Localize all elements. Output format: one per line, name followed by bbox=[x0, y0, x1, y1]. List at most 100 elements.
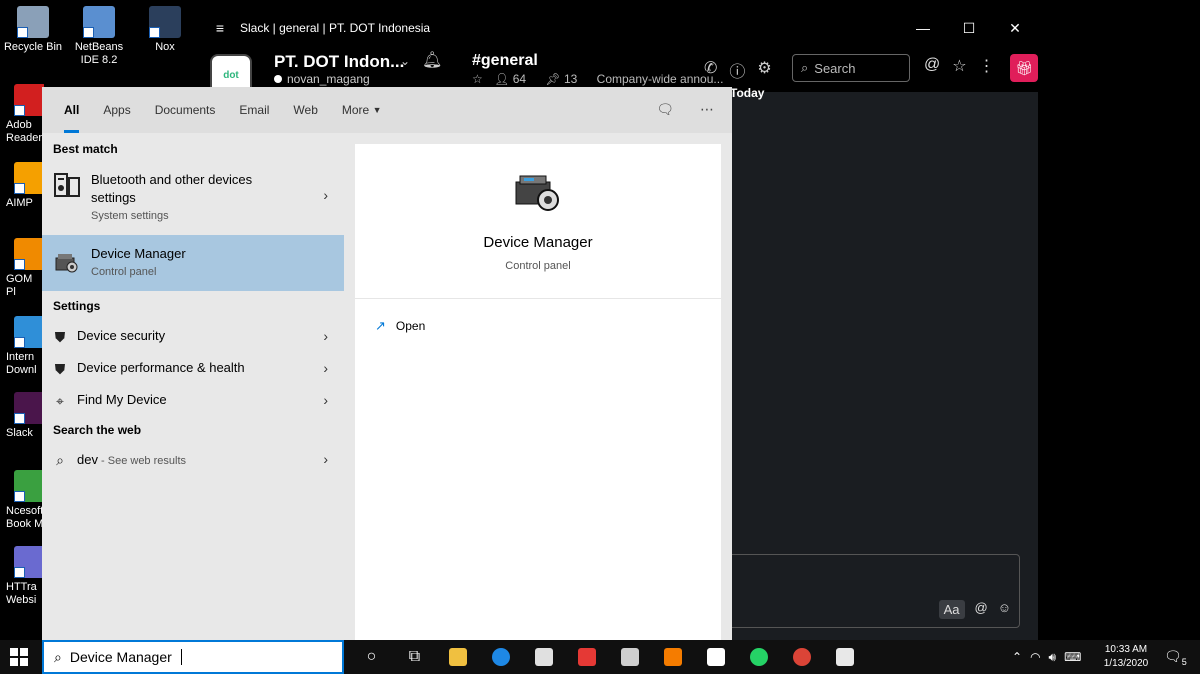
desktop-icon-aimp[interactable]: AIMP bbox=[0, 162, 44, 210]
pins-count[interactable]: 📌︎ 13 bbox=[545, 72, 585, 86]
results-list: Best match Bluetooth and other devices se… bbox=[42, 133, 344, 640]
chevron-right-icon[interactable]: › bbox=[323, 451, 328, 467]
minimize-button[interactable]: — bbox=[900, 20, 946, 36]
file-explorer-icon[interactable] bbox=[436, 640, 479, 674]
tab-more[interactable]: More ▼ bbox=[330, 87, 394, 133]
result-subtitle: System settings bbox=[91, 210, 169, 222]
search-icon: ⌕ bbox=[54, 648, 62, 665]
desktop-icon-nox[interactable]: Nox bbox=[132, 6, 198, 54]
tab-all[interactable]: All bbox=[52, 87, 91, 133]
result-web-search[interactable]: ⌕ dev - See web results › bbox=[42, 444, 344, 476]
chevron-right-icon[interactable]: › bbox=[323, 187, 328, 203]
internet-download-manager-icon bbox=[14, 316, 44, 348]
preview-subtitle: Control panel bbox=[505, 260, 571, 272]
user-status[interactable]: novan_magang bbox=[274, 72, 370, 86]
chevron-down-icon[interactable]: ⌄ bbox=[400, 54, 410, 68]
feedback-icon[interactable]: 🗨︎ bbox=[656, 101, 674, 118]
result-text: Device Manager Control panel bbox=[91, 245, 186, 278]
ellipsis-icon[interactable]: ⋯ bbox=[700, 101, 714, 118]
message-composer[interactable]: Aa @ ☺ bbox=[720, 554, 1020, 628]
language-icon[interactable]: ⌨ bbox=[1064, 650, 1081, 664]
phone-icon[interactable]: ✆ bbox=[704, 58, 717, 82]
top-right-actions: @ ☆ ⋮ bbox=[924, 56, 995, 76]
composer-tools: Aa @ ☺ bbox=[938, 600, 1011, 619]
start-search-panel: All Apps Documents Email Web More ▼ 🗨︎ ⋯… bbox=[42, 87, 732, 640]
open-action[interactable]: ↗ Open bbox=[375, 318, 425, 334]
clock-date: 1/13/2020 bbox=[1103, 658, 1149, 669]
desktop-icon-internet-download[interactable]: Intern Downl bbox=[0, 316, 44, 377]
result-title: Find My Device bbox=[77, 392, 167, 407]
mention-icon[interactable]: @ bbox=[975, 600, 988, 619]
channel-meta: ☆ 👤︎ 64 📌︎ 13 Company-wide annou... bbox=[472, 72, 731, 86]
desktop-icon-ncesoft[interactable]: Ncesoft Book M bbox=[0, 470, 44, 531]
info-icon[interactable]: ⓘ bbox=[729, 58, 745, 82]
bell-icon[interactable]: 🔔︎ bbox=[422, 50, 442, 70]
result-device-performance[interactable]: ⛊ Device performance & health › bbox=[42, 353, 344, 385]
hamburger-icon[interactable]: ≡ bbox=[200, 20, 240, 36]
result-device-manager[interactable]: Device Manager Control panel bbox=[42, 235, 344, 291]
tab-web[interactable]: Web bbox=[281, 87, 329, 133]
desktop-icon-adobe-reader[interactable]: Adob Reader bbox=[0, 84, 44, 145]
chevron-up-icon[interactable]: ⌃ bbox=[1012, 650, 1022, 664]
gift-icon[interactable]: 🎁︎ bbox=[1010, 54, 1038, 82]
text-caret bbox=[180, 649, 182, 665]
result-bluetooth-settings[interactable]: Bluetooth and other devices settings Syst… bbox=[42, 161, 344, 235]
sticky-notes-icon[interactable] bbox=[823, 640, 866, 674]
mentions-icon[interactable]: @ bbox=[924, 56, 940, 76]
tab-apps[interactable]: Apps bbox=[91, 87, 142, 133]
windows-start-icon[interactable] bbox=[10, 648, 28, 666]
close-button[interactable]: ✕ bbox=[992, 20, 1038, 37]
search-input[interactable]: ⌕ Search bbox=[792, 54, 910, 82]
gear-icon[interactable]: ⚙ bbox=[757, 58, 771, 82]
channel-name[interactable]: #general bbox=[472, 52, 538, 70]
gift-app-icon[interactable] bbox=[565, 640, 608, 674]
star-icon[interactable]: ☆ bbox=[472, 72, 483, 86]
slack-icon bbox=[14, 392, 44, 424]
desktop-icon-slack[interactable]: Slack bbox=[0, 392, 44, 440]
result-device-security[interactable]: ⛊ Device security › bbox=[42, 321, 344, 353]
desktop-icon-gom-player[interactable]: GOM Pl bbox=[0, 238, 44, 299]
netbeans-icon bbox=[83, 6, 115, 38]
search-query: Device Manager bbox=[69, 649, 172, 665]
wifi-icon[interactable]: ◠ bbox=[1030, 650, 1040, 664]
sublime-icon[interactable] bbox=[651, 640, 694, 674]
desktop-icon-httrack[interactable]: HTTra Websi bbox=[0, 546, 44, 607]
tab-documents[interactable]: Documents bbox=[143, 87, 228, 133]
members-count[interactable]: 👤︎ 64 bbox=[494, 72, 534, 86]
task-view-icon[interactable]: ⧉ bbox=[393, 640, 436, 674]
desktop-icon-netbeans[interactable]: NetBeans IDE 8.2 bbox=[66, 6, 132, 67]
workspace-name[interactable]: PT. DOT Indon... bbox=[274, 52, 404, 72]
desktop-icon-recycle-bin[interactable]: Recycle Bin bbox=[0, 6, 66, 54]
formatting-button[interactable]: Aa bbox=[938, 600, 965, 619]
settings-header: Settings bbox=[53, 299, 101, 313]
clock-time: 10:33 AM bbox=[1104, 644, 1148, 655]
chevron-right-icon[interactable]: › bbox=[323, 360, 328, 376]
best-match-header: Best match bbox=[53, 142, 118, 156]
preview-title: Device Manager bbox=[483, 234, 593, 251]
emoji-icon[interactable]: ☺ bbox=[998, 600, 1011, 619]
result-text: Bluetooth and other devices settings Syst… bbox=[91, 171, 252, 222]
chevron-right-icon[interactable]: › bbox=[323, 328, 328, 344]
slack-taskbar-icon[interactable] bbox=[694, 640, 737, 674]
slack-titlebar: ≡ Slack | general | PT. DOT Indonesia — … bbox=[200, 14, 1038, 42]
device-manager-icon bbox=[52, 248, 82, 278]
result-find-my-device[interactable]: ⌖ Find My Device › bbox=[42, 385, 344, 417]
volume-icon[interactable]: 🔊︎ bbox=[1049, 650, 1057, 665]
chrome-icon[interactable] bbox=[780, 640, 823, 674]
whatsapp-icon[interactable] bbox=[737, 640, 780, 674]
maximize-button[interactable]: ☐ bbox=[946, 20, 992, 37]
more-vertical-icon[interactable]: ⋮ bbox=[979, 56, 995, 76]
nox-icon bbox=[149, 6, 181, 38]
preview-divider bbox=[355, 298, 721, 299]
edge-icon[interactable] bbox=[479, 640, 522, 674]
channel-actions: ✆ ⓘ ⚙ bbox=[704, 58, 772, 82]
clock[interactable]: 10:33 AM 1/13/2020 bbox=[1098, 643, 1154, 671]
mail-icon[interactable] bbox=[608, 640, 651, 674]
tab-email[interactable]: Email bbox=[227, 87, 281, 133]
saved-star-icon[interactable]: ☆ bbox=[952, 56, 966, 76]
notifications-icon[interactable]: 🗨︎5 bbox=[1164, 648, 1187, 667]
store-icon[interactable] bbox=[522, 640, 565, 674]
chevron-right-icon[interactable]: › bbox=[323, 392, 328, 408]
taskbar-search-input[interactable]: ⌕ Device Manager bbox=[42, 640, 344, 674]
cortana-icon[interactable]: ○ bbox=[350, 640, 393, 674]
